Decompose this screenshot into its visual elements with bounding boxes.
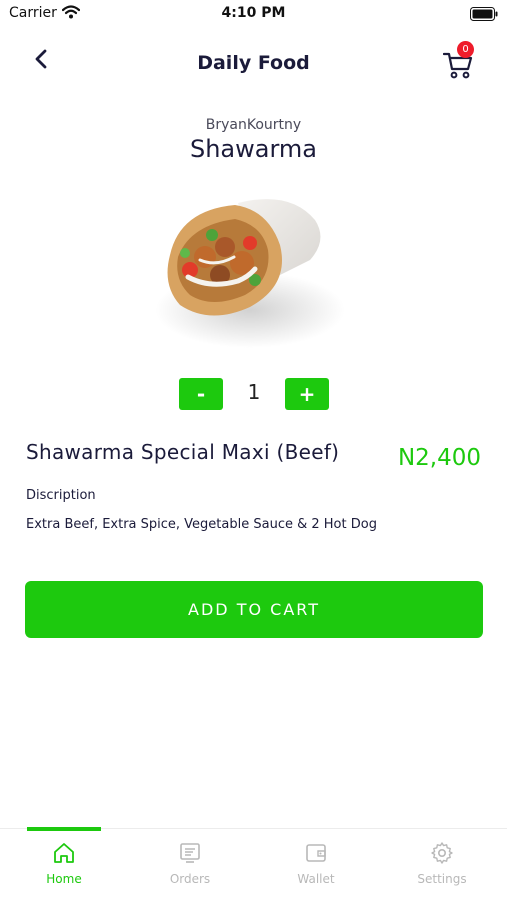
item-price: N2,400: [397, 445, 481, 471]
wallet-icon: [304, 841, 328, 869]
tab-home-label: Home: [46, 872, 82, 886]
tab-settings[interactable]: Settings: [379, 841, 505, 886]
shawarma-image: [150, 185, 360, 355]
battery-icon: [470, 6, 498, 25]
add-to-cart-button[interactable]: ADD TO CART: [25, 581, 483, 638]
quantity-value: 1: [247, 380, 261, 404]
tab-wallet-label: Wallet: [297, 872, 335, 886]
status-bar: Carrier 4:10 PM: [0, 0, 507, 30]
tab-orders[interactable]: Orders: [127, 841, 253, 886]
item-title: Shawarma Special Maxi (Beef): [26, 440, 340, 464]
cart-button[interactable]: 0: [439, 41, 479, 82]
clock: 4:10 PM: [221, 5, 286, 21]
page-title: Daily Food: [197, 52, 310, 74]
tab-bar: Home Orders Wallet Settings: [0, 827, 507, 900]
description-label: Discription: [26, 488, 96, 503]
increase-quantity-button[interactable]: +: [285, 378, 329, 410]
tab-settings-label: Settings: [417, 872, 467, 886]
home-icon: [52, 841, 76, 869]
gear-icon: [430, 841, 454, 869]
description-text: Extra Beef, Extra Spice, Vegetable Sauce…: [26, 517, 377, 532]
tab-wallet[interactable]: Wallet: [253, 841, 379, 886]
active-tab-indicator: [27, 827, 101, 831]
decrease-quantity-button[interactable]: -: [179, 378, 223, 410]
tab-home[interactable]: Home: [1, 841, 127, 886]
product-name: Shawarma: [189, 135, 318, 163]
vendor-name: BryanKourtny: [205, 117, 302, 133]
receipt-icon: [178, 841, 202, 869]
cart-count-badge: 0: [457, 41, 474, 58]
tab-orders-label: Orders: [169, 872, 211, 886]
